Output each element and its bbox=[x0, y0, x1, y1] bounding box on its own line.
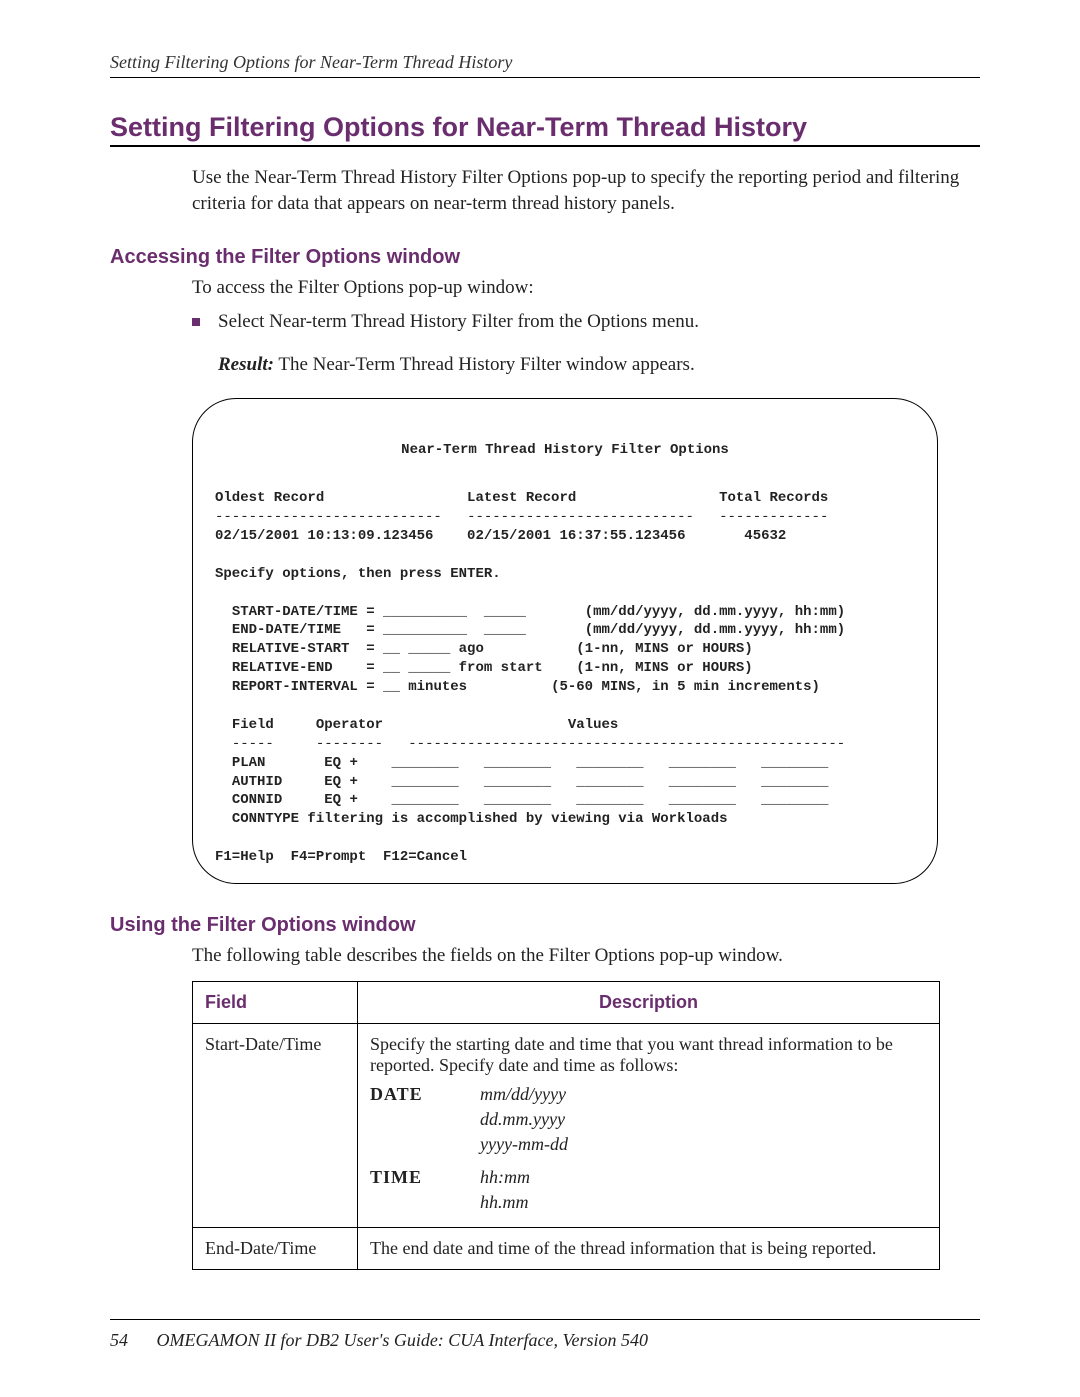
date-formats: mm/dd/yyyy dd.mm.yyyy yyyy-mm-dd bbox=[480, 1084, 568, 1159]
panel-col-latest: Latest Record bbox=[467, 490, 576, 506]
panel-blanks-2: ________ ________ ________ ________ ____… bbox=[391, 774, 828, 790]
terminal-panel: Near-Term Thread History Filter Options … bbox=[192, 398, 938, 884]
footer-rule bbox=[110, 1319, 980, 1320]
panel-ri-hint: (5-60 MINS, in 5 min increments) bbox=[551, 679, 820, 695]
panel-dashes-1: --------------------------- bbox=[215, 509, 442, 525]
panel-ago: ago bbox=[459, 641, 484, 657]
top-rule bbox=[110, 77, 980, 78]
panel-col-total: Total Records bbox=[719, 490, 828, 506]
panel-hdr-op: Operator bbox=[316, 717, 383, 733]
panel-rs-hint: (1-nn, MINS or HOURS) bbox=[576, 641, 752, 657]
cell-field-start: Start-Date/Time bbox=[193, 1023, 358, 1227]
cell-field-end: End-Date/Time bbox=[193, 1227, 358, 1269]
panel-d-op: -------- bbox=[316, 736, 383, 752]
panel-eq-3: EQ + bbox=[324, 792, 358, 808]
table-head-field: Field bbox=[193, 981, 358, 1023]
heading-accessing: Accessing the Filter Options window bbox=[110, 246, 980, 269]
bullet-item: Select Near-term Thread History Filter f… bbox=[192, 309, 980, 335]
panel-rs-label: RELATIVE-START = bbox=[232, 641, 375, 657]
table-row: End-Date/Time The end date and time of t… bbox=[193, 1227, 940, 1269]
page-number: 54 bbox=[110, 1330, 128, 1350]
start-desc-text: Specify the starting date and time that … bbox=[370, 1034, 927, 1076]
panel-re-label: RELATIVE-END = bbox=[232, 660, 375, 676]
table-row: Start-Date/Time Specify the starting dat… bbox=[193, 1023, 940, 1227]
fields-table: Field Description Start-Date/Time Specif… bbox=[192, 981, 940, 1270]
panel-dashes-2: --------------------------- bbox=[467, 509, 694, 525]
cell-desc-start: Specify the starting date and time that … bbox=[358, 1023, 940, 1227]
panel-fromstart: from start bbox=[459, 660, 543, 676]
title-rule bbox=[110, 145, 980, 147]
panel-blanks-1: ________ ________ ________ ________ ____… bbox=[391, 755, 828, 771]
panel-eq-2: EQ + bbox=[324, 774, 358, 790]
date-label: DATE bbox=[370, 1084, 480, 1159]
panel-ri-label: REPORT-INTERVAL = bbox=[232, 679, 375, 695]
time-fmt-2: hh.mm bbox=[480, 1192, 530, 1213]
panel-specify: Specify options, then press ENTER. bbox=[215, 566, 501, 582]
panel-d-vals: ----------------------------------------… bbox=[408, 736, 845, 752]
time-label: TIME bbox=[370, 1167, 480, 1217]
running-head: Setting Filtering Options for Near-Term … bbox=[110, 52, 980, 73]
intro-paragraph: Use the Near-Term Thread History Filter … bbox=[192, 165, 980, 216]
using-lead: The following table describes the fields… bbox=[192, 943, 980, 969]
panel-end-label: END-DATE/TIME = bbox=[232, 622, 375, 638]
cell-desc-end: The end date and time of the thread info… bbox=[358, 1227, 940, 1269]
panel-re-hint: (1-nn, MINS or HOURS) bbox=[576, 660, 752, 676]
panel-oldest-val: 02/15/2001 10:13:09.123456 bbox=[215, 528, 433, 544]
page-title: Setting Filtering Options for Near-Term … bbox=[110, 112, 980, 143]
panel-title: Near-Term Thread History Filter Options bbox=[215, 441, 915, 460]
panel-col-oldest: Oldest Record bbox=[215, 490, 324, 506]
panel-total-val: 45632 bbox=[744, 528, 786, 544]
date-fmt-3: yyyy-mm-dd bbox=[480, 1134, 568, 1155]
time-fmt-1: hh:mm bbox=[480, 1167, 530, 1188]
date-fmt-1: mm/dd/yyyy bbox=[480, 1084, 568, 1105]
panel-minutes: minutes bbox=[408, 679, 467, 695]
panel-blanks-3: ________ ________ ________ ________ ____… bbox=[391, 792, 828, 808]
panel-connid: CONNID bbox=[232, 792, 282, 808]
bullet-text: Select Near-term Thread History Filter f… bbox=[218, 309, 699, 335]
panel-hdr-field: Field bbox=[232, 717, 274, 733]
time-formats: hh:mm hh.mm bbox=[480, 1167, 530, 1217]
panel-authid: AUTHID bbox=[232, 774, 282, 790]
footer-text: OMEGAMON II for DB2 User's Guide: CUA In… bbox=[157, 1330, 648, 1350]
panel-end-hint: (mm/dd/yyyy, dd.mm.yyyy, hh:mm) bbox=[585, 622, 845, 638]
square-bullet-icon bbox=[192, 318, 200, 326]
panel-latest-val: 02/15/2001 16:37:55.123456 bbox=[467, 528, 685, 544]
panel-start-hint: (mm/dd/yyyy, dd.mm.yyyy, hh:mm) bbox=[585, 604, 845, 620]
result-label: Result: bbox=[218, 354, 274, 375]
panel-conntype: CONNTYPE filtering is accomplished by vi… bbox=[232, 811, 728, 827]
panel-eq-1: EQ + bbox=[324, 755, 358, 771]
page-footer: 54 OMEGAMON II for DB2 User's Guide: CUA… bbox=[110, 1319, 980, 1351]
panel-start-label: START-DATE/TIME = bbox=[232, 604, 375, 620]
heading-using: Using the Filter Options window bbox=[110, 914, 980, 937]
panel-dashes-3: ------------- bbox=[719, 509, 828, 525]
result-text: The Near-Term Thread History Filter wind… bbox=[274, 354, 695, 375]
panel-plan: PLAN bbox=[232, 755, 266, 771]
panel-hdr-vals: Values bbox=[568, 717, 618, 733]
panel-d-field: ----- bbox=[232, 736, 274, 752]
date-fmt-2: dd.mm.yyyy bbox=[480, 1109, 568, 1130]
accessing-lead: To access the Filter Options pop-up wind… bbox=[192, 275, 980, 301]
panel-fkeys: F1=Help F4=Prompt F12=Cancel bbox=[215, 849, 467, 865]
table-head-desc: Description bbox=[358, 981, 940, 1023]
result-line: Result: The Near-Term Thread History Fil… bbox=[218, 354, 980, 376]
